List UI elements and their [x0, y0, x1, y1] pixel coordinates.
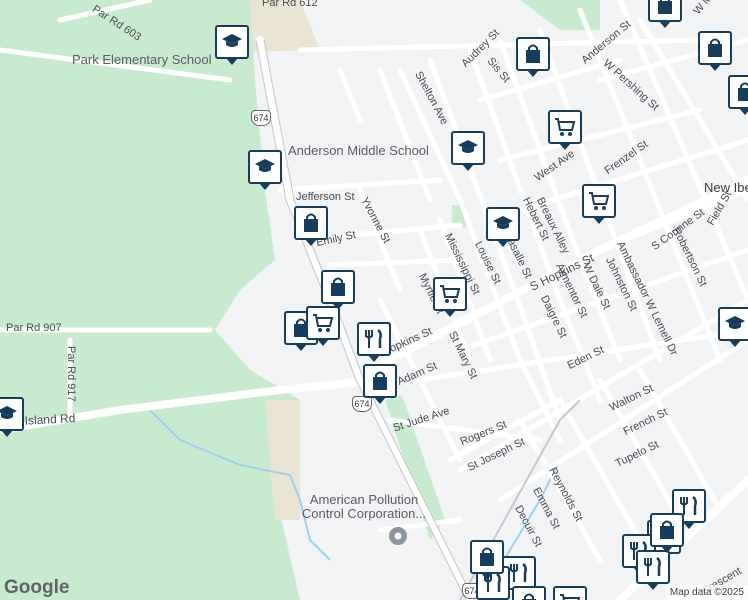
school-icon[interactable] — [0, 397, 24, 437]
shopping-bag-icon[interactable] — [698, 31, 732, 71]
street-label: Par Rd 612 — [262, 0, 318, 9]
shopping-bag-icon[interactable] — [648, 0, 682, 28]
school-icon[interactable] — [486, 207, 520, 247]
map-canvas[interactable]: Par Rd 612 Par Rd 603 Par Rd 907 Par Rd … — [0, 0, 748, 600]
shopping-cart-icon[interactable] — [306, 306, 340, 346]
school-icon[interactable] — [718, 307, 748, 347]
shopping-bag-icon[interactable] — [650, 513, 684, 553]
shopping-bag-icon[interactable] — [728, 75, 748, 115]
route-shield: 674 — [352, 396, 372, 412]
shopping-bag-icon[interactable] — [321, 270, 355, 310]
restaurant-icon[interactable] — [357, 322, 391, 362]
place-label-anderson-middle[interactable]: Anderson Middle School — [288, 144, 429, 157]
shopping-cart-icon[interactable] — [553, 586, 587, 600]
shopping-bag-icon[interactable] — [294, 206, 328, 246]
street-label: Par Rd 907 — [6, 322, 62, 334]
restaurant-icon[interactable] — [636, 550, 670, 590]
shopping-cart-icon[interactable] — [582, 184, 616, 224]
map-attribution[interactable]: Map data ©2025 — [665, 585, 748, 600]
street-label: Jefferson St — [296, 191, 355, 203]
place-label-new-iberia: New Iberia — [704, 180, 748, 195]
street-label: Par Rd 917 — [65, 346, 77, 402]
school-icon[interactable] — [215, 25, 249, 65]
google-logo: Google — [4, 577, 70, 598]
place-label-park-elementary[interactable]: Park Elementary School — [72, 53, 211, 66]
school-icon[interactable] — [451, 131, 485, 171]
shopping-bag-icon[interactable] — [512, 586, 546, 600]
route-shield: 674 — [251, 110, 271, 126]
place-label-american-pollution[interactable]: American Pollution Control Corporation..… — [296, 492, 432, 522]
shopping-cart-icon[interactable] — [433, 277, 467, 317]
shopping-bag-icon[interactable] — [516, 37, 550, 77]
shopping-cart-icon[interactable] — [548, 110, 582, 150]
shopping-bag-icon[interactable] — [470, 540, 504, 580]
school-icon[interactable] — [248, 150, 282, 190]
shopping-bag-icon[interactable] — [363, 364, 397, 404]
